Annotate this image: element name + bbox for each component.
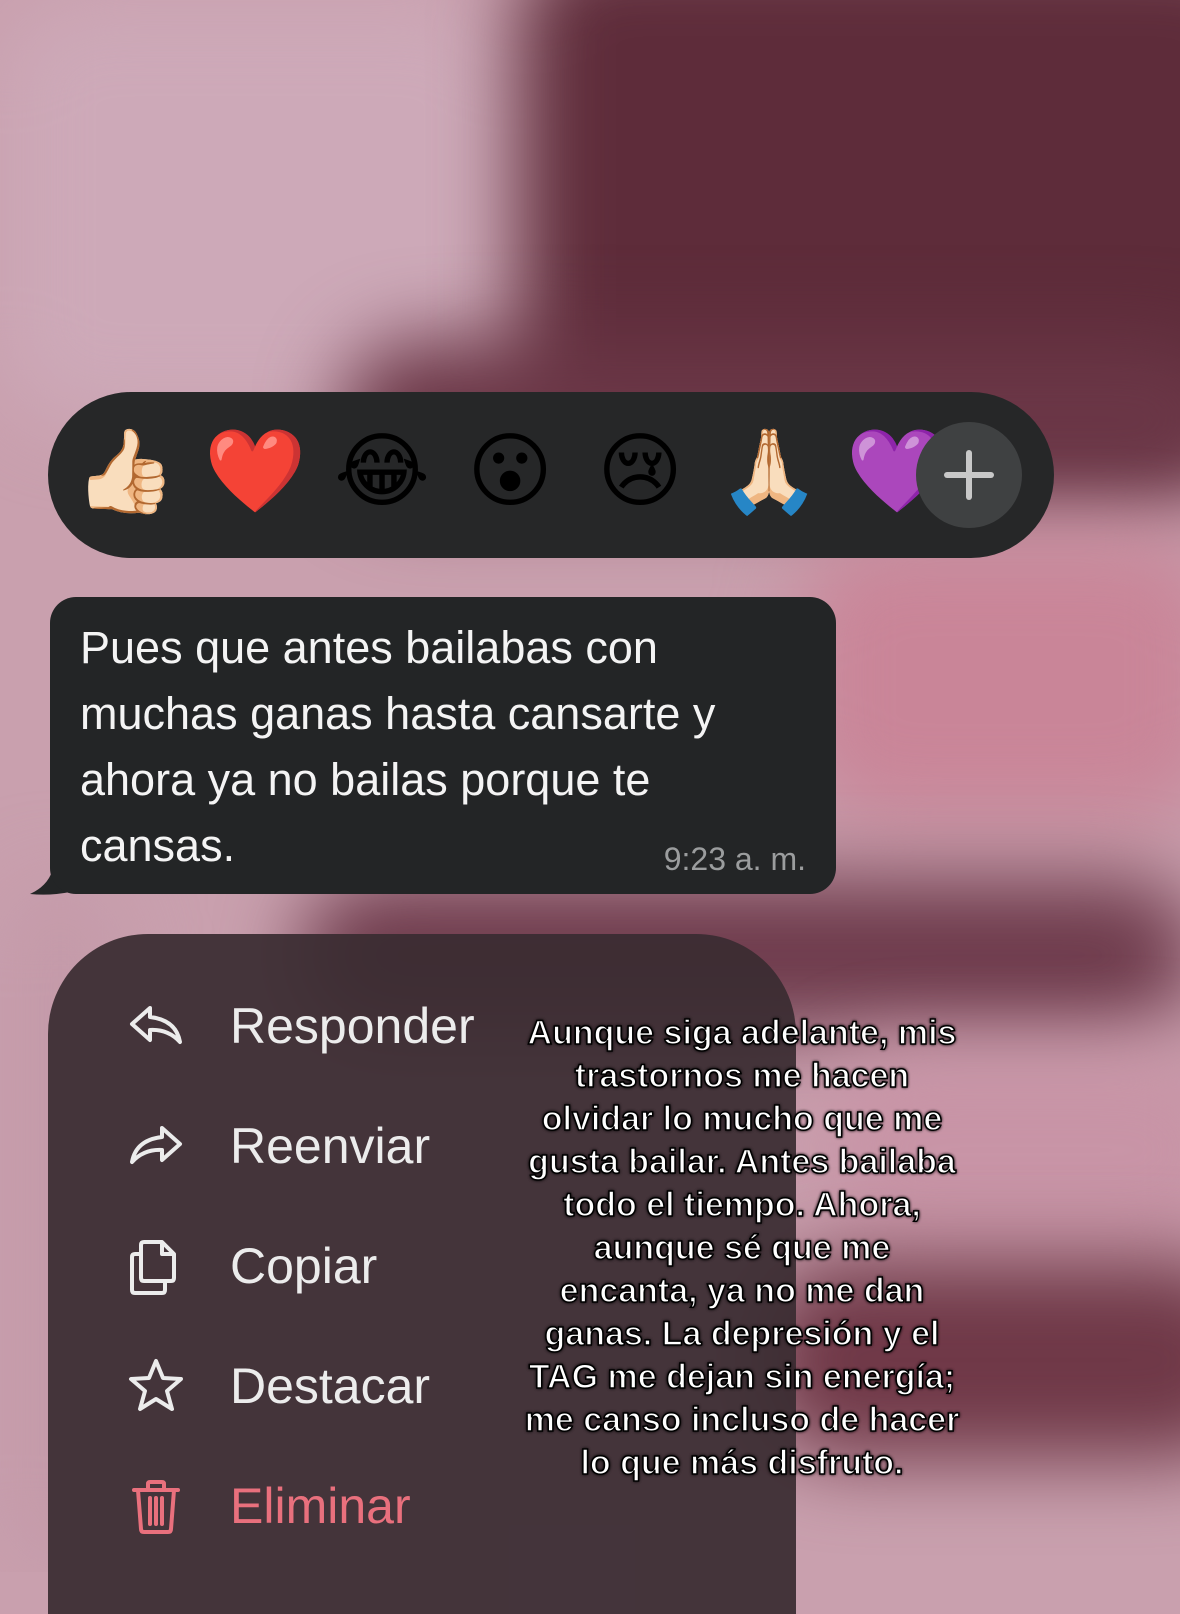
menu-label-delete: Eliminar bbox=[230, 1478, 411, 1534]
reaction-crying[interactable]: 😢 bbox=[590, 422, 690, 522]
reaction-bar: 👍🏻 ❤️ 😂 😮 😢 🙏🏻 💜 bbox=[48, 392, 1054, 558]
message-time: 9:23 a. m. bbox=[663, 841, 806, 877]
reaction-praying-hands[interactable]: 🙏🏻 bbox=[718, 422, 820, 522]
reaction-tears-of-joy[interactable]: 😂 bbox=[332, 422, 432, 522]
reaction-surprised[interactable]: 😮 bbox=[460, 422, 560, 522]
reaction-thumbs-up[interactable]: 👍🏻 bbox=[74, 422, 176, 522]
overlay-caption: Aunque siga adelante, mis trastornos me … bbox=[524, 1013, 960, 1483]
trash-icon bbox=[132, 1480, 180, 1534]
reply-icon bbox=[130, 1006, 182, 1044]
message-text: Pues que antes bailabas con muchas ganas… bbox=[80, 622, 716, 871]
reaction-red-heart[interactable]: ❤️ bbox=[204, 422, 306, 522]
menu-label-star: Destacar bbox=[230, 1358, 431, 1414]
menu-label-forward: Reenviar bbox=[230, 1118, 431, 1174]
star-icon bbox=[129, 1359, 183, 1411]
menu-label-copy: Copiar bbox=[230, 1238, 378, 1294]
forward-icon bbox=[130, 1126, 182, 1164]
message-bubble[interactable]: Pues que antes bailabas con muchas ganas… bbox=[50, 597, 836, 894]
copy-icon bbox=[130, 1240, 176, 1295]
add-reaction-button[interactable] bbox=[916, 422, 1022, 528]
menu-label-reply: Responder bbox=[230, 998, 475, 1054]
